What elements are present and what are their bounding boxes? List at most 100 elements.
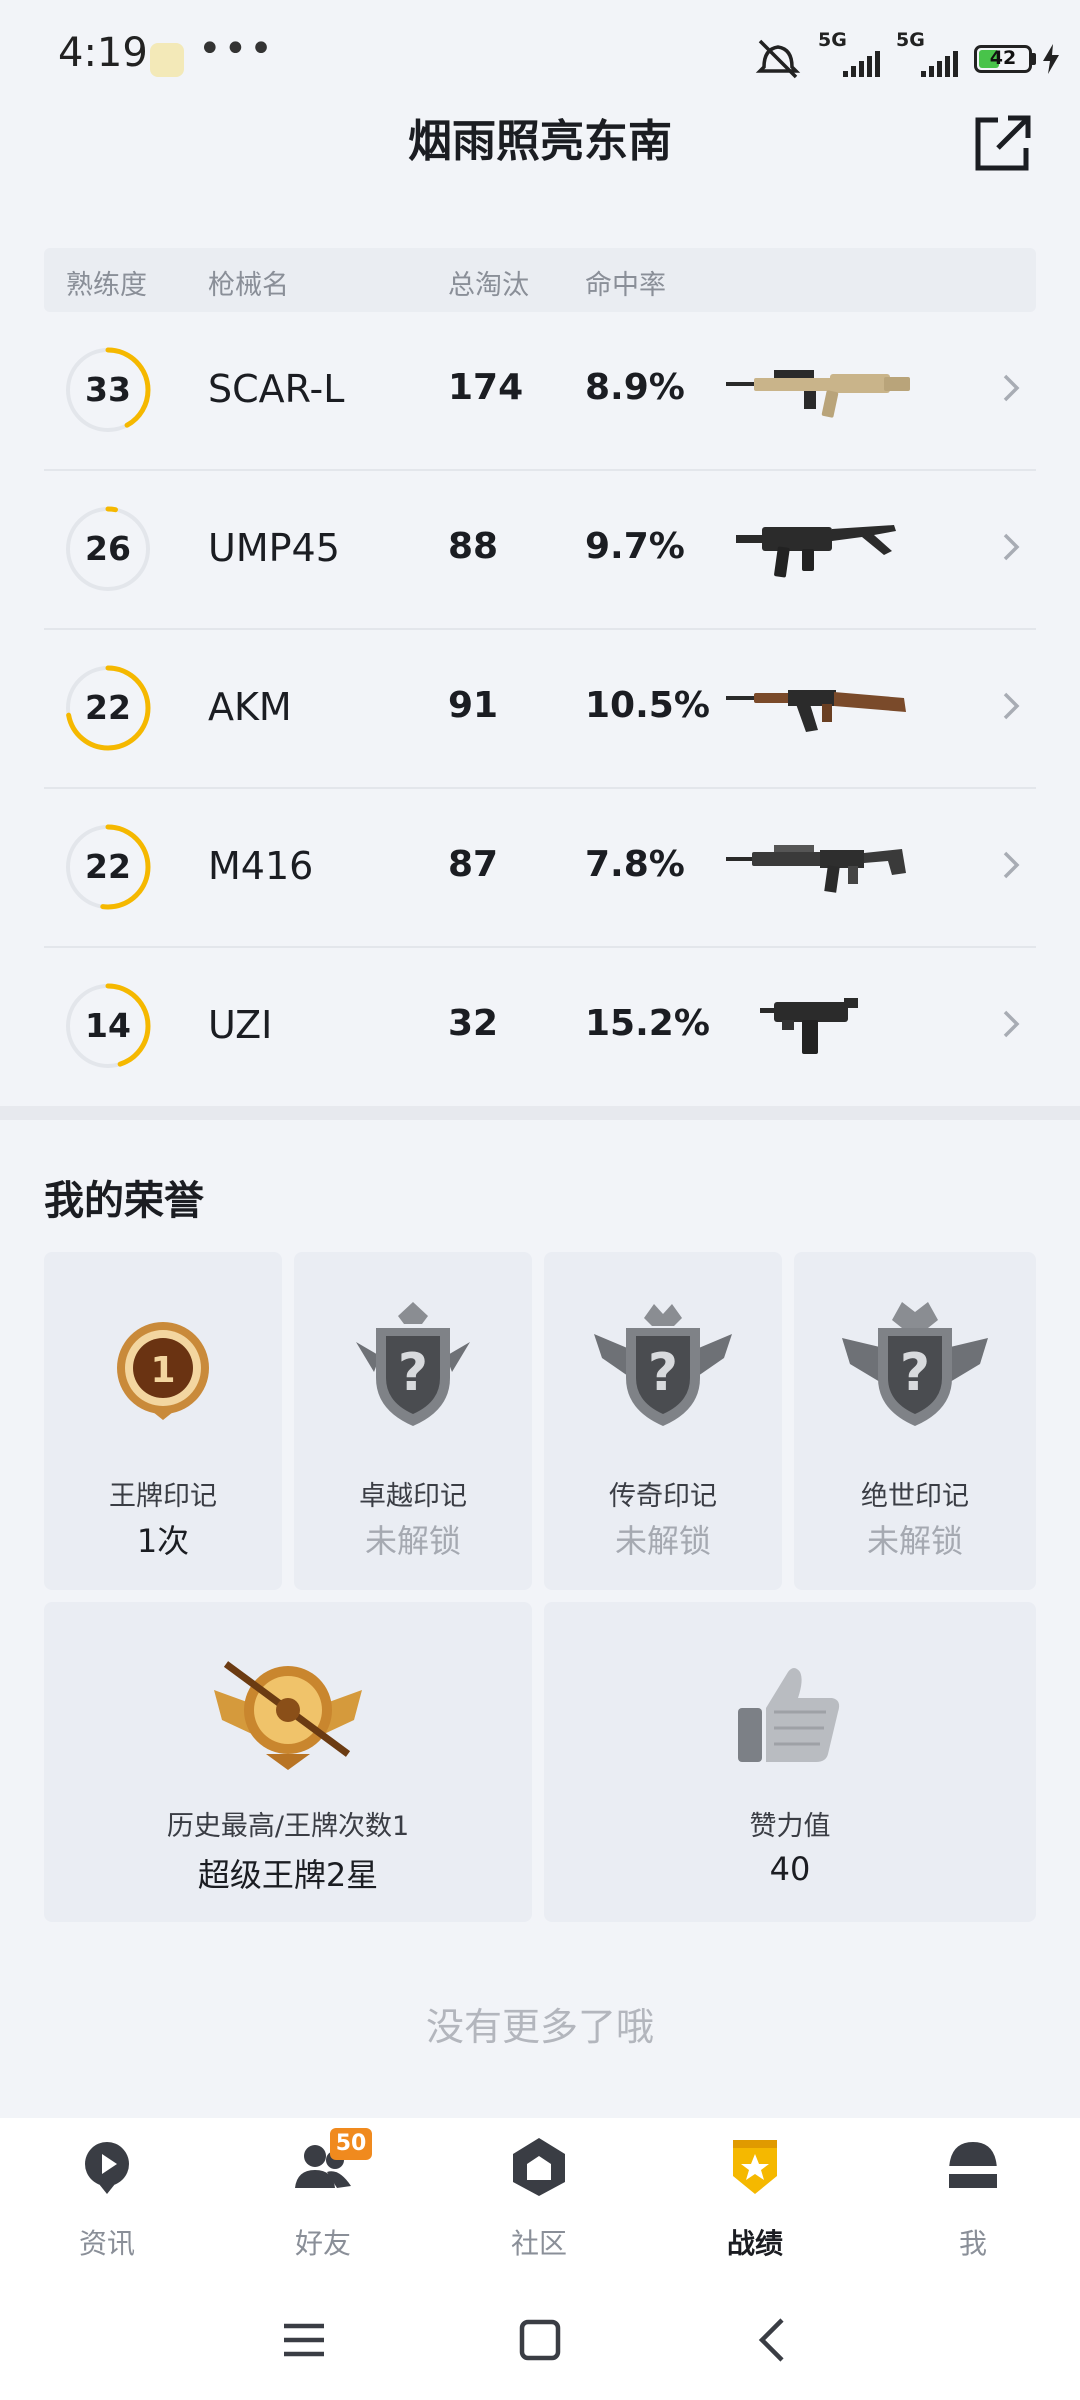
weapon-accuracy: 15.2%: [585, 1003, 710, 1044]
status-time: 4:19: [58, 30, 148, 76]
nav-item-friends[interactable]: 好友: [248, 2136, 398, 2266]
nav-item-news[interactable]: 资讯: [32, 2136, 182, 2266]
honor-card-ace[interactable]: 1 王牌印记 1次: [44, 1252, 282, 1590]
weapon-name: SCAR-L: [208, 367, 345, 411]
weapon-row-akm[interactable]: 22 AKM 91 10.5%: [44, 630, 1036, 789]
weapon-kills: 91: [448, 685, 499, 726]
honor-card-likes[interactable]: 赞力值 40: [544, 1602, 1036, 1922]
nav-label: 我: [958, 2227, 987, 2260]
nav-item-record[interactable]: 战绩: [680, 2136, 830, 2266]
m416-rifle-image: [726, 845, 906, 893]
weapon-name: M416: [208, 844, 314, 888]
chevron-right-icon: [1003, 533, 1020, 561]
community-icon: [513, 2138, 565, 2196]
svg-text:?: ?: [648, 1343, 678, 1403]
honor-label: 卓越印记: [359, 1481, 467, 1512]
honor-card-peerless[interactable]: ? 绝世印记 未解锁: [794, 1252, 1036, 1590]
share-icon[interactable]: [972, 112, 1034, 174]
svg-text:?: ?: [900, 1343, 930, 1403]
proficiency-level: 26: [85, 529, 131, 568]
scar-l-rifle-image: [726, 370, 910, 418]
ace-rank-badge-icon: [214, 1661, 362, 1770]
thumbs-up-icon: [738, 1668, 840, 1762]
chevron-right-icon: [1003, 851, 1020, 879]
weapon-row-m416[interactable]: 22 M416 87 7.8%: [44, 789, 1036, 948]
friends-badge: 50: [330, 2128, 372, 2160]
header-proficiency: 熟练度: [66, 270, 147, 301]
helmet-icon: [949, 2142, 997, 2188]
weapon-accuracy: 7.8%: [585, 844, 685, 885]
section-divider: [0, 1106, 1080, 1120]
weapon-name: UMP45: [208, 526, 340, 570]
honor-value: 1次: [136, 1522, 190, 1560]
honor-card-legend[interactable]: ? 传奇印记 未解锁: [544, 1252, 782, 1590]
proficiency-ring: 26: [64, 505, 152, 593]
end-of-list-text: 没有更多了哦: [425, 2005, 654, 2049]
charging-icon: [1043, 44, 1059, 74]
honor-value: 未解锁: [866, 1522, 963, 1560]
nav-label: 资讯: [78, 2227, 135, 2260]
weapon-kills: 174: [448, 367, 524, 408]
honor-card-best-rank[interactable]: 历史最高/王牌次数1 超级王牌2星: [44, 1602, 532, 1922]
honor-value: 超级王牌2星: [197, 1856, 379, 1894]
header-kills: 总淘汰: [448, 270, 529, 301]
akm-rifle-image: [726, 690, 906, 732]
record-icon: [733, 2140, 777, 2194]
weapon-name: AKM: [208, 685, 292, 729]
honor-section-title: 我的荣誉: [44, 1178, 204, 1224]
weapon-accuracy: 10.5%: [585, 685, 710, 726]
chevron-right-icon: [1003, 1010, 1020, 1038]
ace-medal-icon: 1: [117, 1322, 209, 1420]
mute-vibrate-icon: [755, 39, 801, 79]
weapon-row-scar-l[interactable]: 33 SCAR-L 174 8.9%: [44, 312, 1036, 471]
home-icon[interactable]: [510, 2310, 570, 2370]
honor-label: 赞力值: [749, 1811, 831, 1842]
battery-icon: 42: [974, 44, 1060, 74]
locked-emblem-icon: ?: [356, 1302, 470, 1426]
proficiency-ring: 14: [64, 982, 152, 1070]
svg-text:?: ?: [398, 1343, 428, 1403]
weapon-accuracy: 8.9%: [585, 367, 685, 408]
honor-label: 传奇印记: [609, 1481, 717, 1512]
weapon-row-ump45[interactable]: 26 UMP45 88 9.7%: [44, 471, 1036, 630]
menu-icon[interactable]: [274, 2310, 334, 2370]
weapon-name: UZI: [208, 1003, 273, 1047]
honor-label: 王牌印记: [109, 1481, 217, 1512]
nav-label: 好友: [294, 2227, 351, 2260]
honor-card-excellent[interactable]: ? 卓越印记 未解锁: [294, 1252, 532, 1590]
svg-text:1: 1: [150, 1350, 175, 1391]
nav-label: 战绩: [726, 2227, 783, 2260]
signal-icon-1: 5G: [818, 29, 880, 81]
honor-label: 历史最高/王牌次数1: [166, 1811, 410, 1842]
news-icon: [85, 2142, 129, 2194]
nav-item-me[interactable]: 我: [898, 2136, 1048, 2266]
weapon-kills: 32: [448, 1003, 499, 1044]
weapon-row-uzi[interactable]: 14 UZI 32 15.2%: [44, 948, 1036, 1105]
chevron-right-icon: [1003, 692, 1020, 720]
chevron-right-icon: [1003, 374, 1020, 402]
app-notification-icon: [150, 43, 184, 77]
back-icon[interactable]: [744, 2310, 804, 2370]
weapon-kills: 88: [448, 526, 499, 567]
status-bar: 4:19 ••• 5G 5G 42: [0, 0, 1080, 118]
table-header: 熟练度 枪械名 总淘汰 命中率: [44, 248, 1036, 312]
weapon-kills: 87: [448, 844, 499, 885]
page-title: 烟雨照亮东南: [408, 116, 672, 167]
bottom-nav: 资讯 好友 50 社区 战绩 我: [0, 2118, 1080, 2274]
locked-emblem-icon: ?: [842, 1302, 988, 1426]
nav-item-community[interactable]: 社区: [464, 2136, 614, 2266]
header-weapon-name: 枪械名: [208, 270, 289, 301]
proficiency-level: 33: [85, 370, 131, 409]
weapon-accuracy: 9.7%: [585, 526, 685, 567]
nav-label: 社区: [510, 2227, 567, 2260]
locked-emblem-icon: ?: [594, 1304, 732, 1426]
proficiency-level: 22: [85, 847, 131, 886]
proficiency-level: 14: [85, 1006, 131, 1045]
honor-value: 40: [769, 1850, 811, 1888]
header-accuracy: 命中率: [585, 270, 666, 301]
page-header: 烟雨照亮东南: [0, 115, 1080, 248]
honor-label: 绝世印记: [861, 1481, 969, 1512]
proficiency-ring: 22: [64, 823, 152, 911]
ump45-smg-image: [736, 525, 896, 578]
signal-icon-2: 5G: [896, 29, 958, 81]
